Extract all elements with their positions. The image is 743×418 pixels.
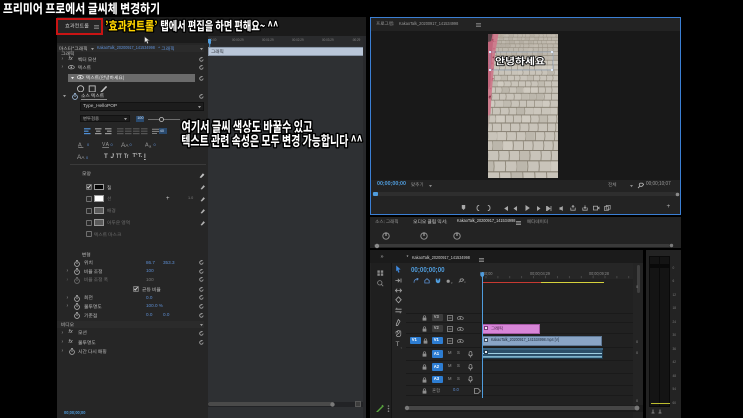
svg-text:A: A — [125, 143, 129, 148]
svg-text:a: a — [149, 143, 152, 147]
svg-text:A: A — [105, 142, 109, 148]
svg-text:A: A — [78, 142, 82, 148]
svg-text:A: A — [81, 155, 85, 160]
